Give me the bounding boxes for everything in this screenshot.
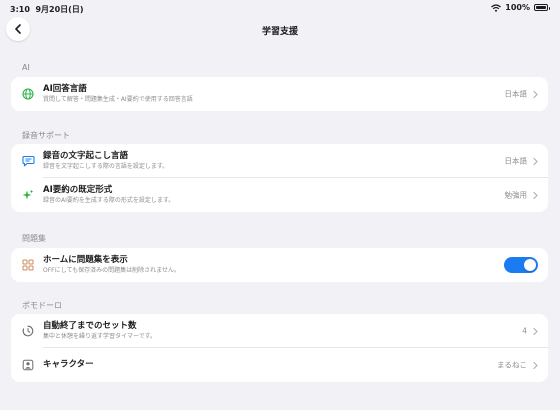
row-title: AI要約の既定形式 [43, 185, 113, 195]
globe-icon [21, 87, 35, 101]
setting-row-show-question-sets: ホームに問題集を表示 OFFにしても保存済みの問題集は削除されません。 [11, 248, 548, 282]
setting-row-auto-end-sets[interactable]: 自動終了までのセット数 集中と休憩を繰り返す学習タイマーです。 4 [11, 314, 548, 348]
row-subtitle: 質問して解答・問題集生成・AI要約で使用する回答言語 [43, 96, 193, 103]
status-indicators: 100% [491, 3, 550, 12]
grid-icon [21, 258, 35, 272]
chevron-right-icon [533, 157, 538, 165]
page-title: 学習支援 [261, 27, 298, 37]
row-value: 日本語 [504, 89, 528, 99]
card-ai: AI回答言語 質問して解答・問題集生成・AI要約で使用する回答言語 日本語 [11, 77, 548, 111]
section-header-pomodoro: ポモドーロ [22, 301, 62, 310]
row-title: 録音の文字起こし言語 [43, 151, 129, 161]
status-bar: 3:10 9月20日(日) 100% [0, 0, 560, 16]
section-header-ai: AI [22, 63, 30, 72]
chevron-right-icon [533, 90, 538, 98]
row-title: 自動終了までのセット数 [43, 321, 137, 331]
section-header-question-sets: 問題集 [22, 234, 46, 243]
row-subtitle: 集中と休憩を繰り返す学習タイマーです。 [43, 333, 157, 340]
row-title: キャラクター [43, 359, 94, 370]
wifi-icon [491, 3, 502, 12]
status-time: 3:10 9月20日(日) [10, 5, 84, 14]
speech-bubble-icon [21, 154, 35, 168]
toggle-knob [524, 259, 536, 271]
sparkle-icon [21, 188, 35, 202]
setting-row-transcription-language[interactable]: 録音の文字起こし言語 録音を文字起こしする際の言語を設定します。 日本語 [11, 144, 548, 178]
row-subtitle: 録音を文字起こしする際の言語を設定します。 [43, 163, 169, 170]
chevron-right-icon [533, 327, 538, 335]
card-pomodoro: 自動終了までのセット数 集中と休憩を繰り返す学習タイマーです。 4 キャラクター… [11, 314, 548, 382]
person-icon [21, 358, 35, 372]
row-value: 勉強用 [504, 190, 528, 200]
show-question-sets-toggle[interactable] [504, 257, 538, 273]
row-subtitle: OFFにしても保存済みの問題集は削除されません。 [43, 267, 180, 274]
card-recording: 録音の文字起こし言語 録音を文字起こしする際の言語を設定します。 日本語 AI要… [11, 144, 548, 212]
battery-icon [534, 4, 550, 11]
row-title: AI回答言語 [43, 84, 87, 94]
card-question-sets: ホームに問題集を表示 OFFにしても保存済みの問題集は削除されません。 [11, 248, 548, 282]
section-header-recording: 録音サポート [22, 131, 70, 140]
chevron-right-icon [533, 361, 538, 369]
row-value: 日本語 [504, 156, 528, 166]
row-subtitle: 録音のAI要約を生成する際の形式を設定します。 [43, 197, 175, 204]
chevron-right-icon [533, 191, 538, 199]
setting-row-ai-summary-format[interactable]: AI要約の既定形式 録音のAI要約を生成する際の形式を設定します。 勉強用 [11, 178, 548, 212]
setting-row-ai-answer-language[interactable]: AI回答言語 質問して解答・問題集生成・AI要約で使用する回答言語 日本語 [11, 77, 548, 111]
timer-icon [21, 324, 35, 338]
battery-percent: 100% [505, 3, 530, 12]
row-value: まるねこ [497, 360, 527, 370]
setting-row-character[interactable]: キャラクター まるねこ [11, 348, 548, 382]
row-title: ホームに問題集を表示 [43, 255, 128, 265]
row-value: 4 [522, 326, 527, 336]
